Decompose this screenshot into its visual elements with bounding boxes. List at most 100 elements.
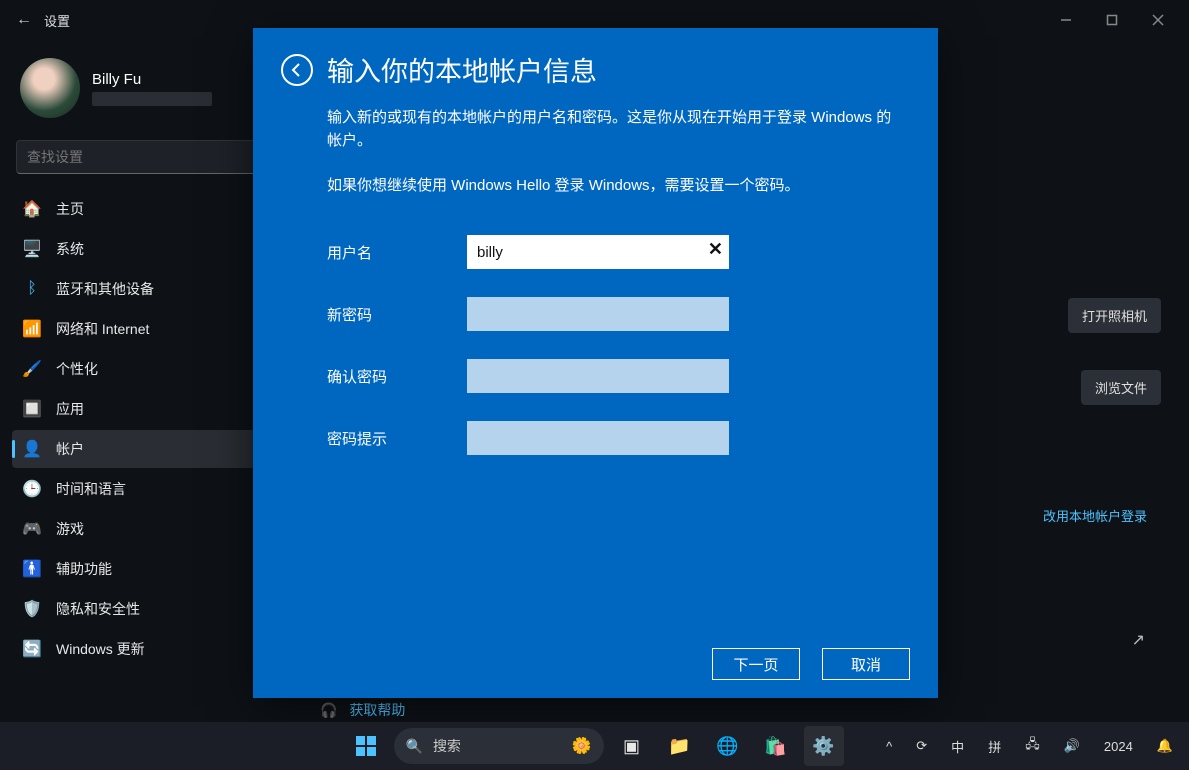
system-tray: ^ ⟳ 中 拼 🖧 🔊 2024 🔔: [880, 733, 1179, 759]
sidebar-item-apps[interactable]: 🔲 应用: [12, 390, 272, 428]
sidebar-item-label: 隐私和安全性: [56, 599, 140, 619]
sidebar-item-label: 主页: [56, 199, 84, 219]
search-icon: 🔍: [406, 738, 423, 755]
edge-button[interactable]: 🌐: [708, 726, 748, 766]
brush-icon: 🖌️: [22, 359, 42, 379]
sidebar: Billy Fu 🏠 主页 🖥️ 系统 ᛒ 蓝牙和其他设备 📶 网络和 Internet…: [0, 40, 280, 722]
folder-icon: 📁: [668, 736, 690, 757]
dialog-back-button[interactable]: [281, 54, 313, 86]
minimize-button[interactable]: [1043, 0, 1089, 40]
person-icon: 👤: [22, 439, 42, 459]
sidebar-item-time-language[interactable]: 🕒 时间和语言: [12, 470, 272, 508]
help-link[interactable]: 🎧 获取帮助: [320, 700, 405, 720]
browse-files-button[interactable]: 浏览文件: [1081, 370, 1161, 405]
wifi-icon: 📶: [22, 319, 42, 339]
close-button[interactable]: [1135, 0, 1181, 40]
sidebar-item-label: 网络和 Internet: [56, 319, 149, 339]
username-input[interactable]: [467, 235, 729, 269]
task-view-button[interactable]: ▣: [612, 726, 652, 766]
new-password-label: 新密码: [327, 304, 467, 325]
sidebar-item-label: 蓝牙和其他设备: [56, 279, 154, 299]
tray-chevron-icon[interactable]: ^: [880, 737, 898, 756]
sidebar-item-label: 时间和语言: [56, 479, 126, 499]
home-icon: 🏠: [22, 199, 42, 219]
new-password-input[interactable]: [467, 297, 729, 331]
dialog-description: 输入新的或现有的本地帐户的用户名和密码。这是你从现在开始用于登录 Windows…: [327, 107, 897, 152]
confirm-password-label: 确认密码: [327, 366, 467, 387]
help-label: 获取帮助: [349, 700, 405, 720]
maximize-button[interactable]: [1089, 0, 1135, 40]
tray-year[interactable]: 2024: [1098, 737, 1139, 756]
tray-volume-icon[interactable]: 🔊: [1058, 736, 1086, 756]
sidebar-item-update[interactable]: 🔄 Windows 更新: [12, 630, 272, 668]
game-icon: 🎮: [22, 519, 42, 539]
tray-network-icon[interactable]: 🖧: [1019, 733, 1046, 759]
edge-icon: 🌐: [716, 736, 738, 757]
apps-icon: 🔲: [22, 399, 42, 419]
sidebar-item-home[interactable]: 🏠 主页: [12, 190, 272, 228]
password-hint-input[interactable]: [467, 421, 729, 455]
accessibility-icon: 🚹: [22, 559, 42, 579]
shield-icon: 🛡️: [22, 599, 42, 619]
sidebar-item-label: 辅助功能: [56, 559, 112, 579]
tray-onedrive-icon[interactable]: ⟳: [910, 736, 933, 756]
user-block[interactable]: Billy Fu: [12, 48, 280, 134]
user-name: Billy Fu: [92, 71, 212, 88]
tray-notifications-icon[interactable]: 🔔: [1151, 736, 1179, 756]
system-icon: 🖥️: [22, 239, 42, 259]
arrow-left-icon: [289, 62, 305, 78]
next-button[interactable]: 下一页: [712, 648, 800, 680]
store-button[interactable]: 🛍️: [756, 726, 796, 766]
arrow-left-icon: ←: [16, 11, 32, 29]
sidebar-item-network[interactable]: 📶 网络和 Internet: [12, 310, 272, 348]
sidebar-item-label: 游戏: [56, 519, 84, 539]
ime-lang[interactable]: 中: [945, 735, 970, 758]
ime-mode[interactable]: 拼: [982, 735, 1007, 758]
sidebar-item-privacy[interactable]: 🛡️ 隐私和安全性: [12, 590, 272, 628]
windows-icon: [356, 736, 376, 756]
nav-list: 🏠 主页 🖥️ 系统 ᛒ 蓝牙和其他设备 📶 网络和 Internet 🖌️ 个性化 🔲 应…: [12, 190, 280, 668]
search-field[interactable]: [27, 149, 255, 165]
confirm-password-input[interactable]: [467, 359, 729, 393]
password-hint-label: 密码提示: [327, 428, 467, 449]
start-button[interactable]: [346, 726, 386, 766]
app-title: 设置: [44, 11, 70, 30]
settings-taskbar-button[interactable]: ⚙️: [804, 726, 844, 766]
sidebar-item-games[interactable]: 🎮 游戏: [12, 510, 272, 548]
sidebar-item-label: Windows 更新: [56, 639, 145, 659]
taskbar: 🔍 搜索 🌼 ▣ 📁 🌐 🛍️ ⚙️ ^ ⟳ 中 拼 🖧 🔊 2024 🔔: [0, 722, 1189, 770]
local-account-dialog: 输入你的本地帐户信息 输入新的或现有的本地帐户的用户名和密码。这是你从现在开始用…: [253, 28, 938, 698]
local-signin-link[interactable]: 改用本地帐户登录: [1029, 498, 1161, 533]
update-icon: 🔄: [22, 639, 42, 659]
username-label: 用户名: [327, 242, 467, 263]
external-link-icon: ↗: [1132, 630, 1145, 650]
dialog-description-2: 如果你想继续使用 Windows Hello 登录 Windows，需要设置一个…: [327, 174, 910, 195]
headset-icon: 🎧: [320, 702, 337, 719]
avatar: [20, 58, 80, 118]
sidebar-item-personalize[interactable]: 🖌️ 个性化: [12, 350, 272, 388]
window-controls: [1043, 0, 1181, 40]
sidebar-item-label: 系统: [56, 239, 84, 259]
sidebar-item-label: 应用: [56, 399, 84, 419]
bluetooth-icon: ᛒ: [22, 279, 42, 299]
search-deco-icon: 🌼: [572, 736, 592, 756]
taskbar-search-label: 搜索: [433, 736, 461, 756]
sidebar-item-bluetooth[interactable]: ᛒ 蓝牙和其他设备: [12, 270, 272, 308]
sidebar-item-system[interactable]: 🖥️ 系统: [12, 230, 272, 268]
clear-icon[interactable]: ✕: [708, 239, 723, 260]
back-button[interactable]: ←: [8, 4, 40, 36]
gear-icon: ⚙️: [812, 736, 834, 757]
store-icon: 🛍️: [764, 736, 786, 757]
sidebar-item-accessibility[interactable]: 🚹 辅助功能: [12, 550, 272, 588]
taskview-icon: ▣: [623, 736, 640, 757]
cancel-button[interactable]: 取消: [822, 648, 910, 680]
clock-icon: 🕒: [22, 479, 42, 499]
open-camera-button[interactable]: 打开照相机: [1068, 298, 1161, 333]
user-email-redacted: [92, 92, 212, 106]
search-input[interactable]: [16, 140, 266, 174]
taskbar-search[interactable]: 🔍 搜索 🌼: [394, 728, 604, 764]
dialog-title: 输入你的本地帐户信息: [327, 50, 597, 89]
sidebar-item-accounts[interactable]: 👤帐户: [12, 430, 272, 468]
sidebar-item-label: 个性化: [56, 359, 98, 379]
explorer-button[interactable]: 📁: [660, 726, 700, 766]
